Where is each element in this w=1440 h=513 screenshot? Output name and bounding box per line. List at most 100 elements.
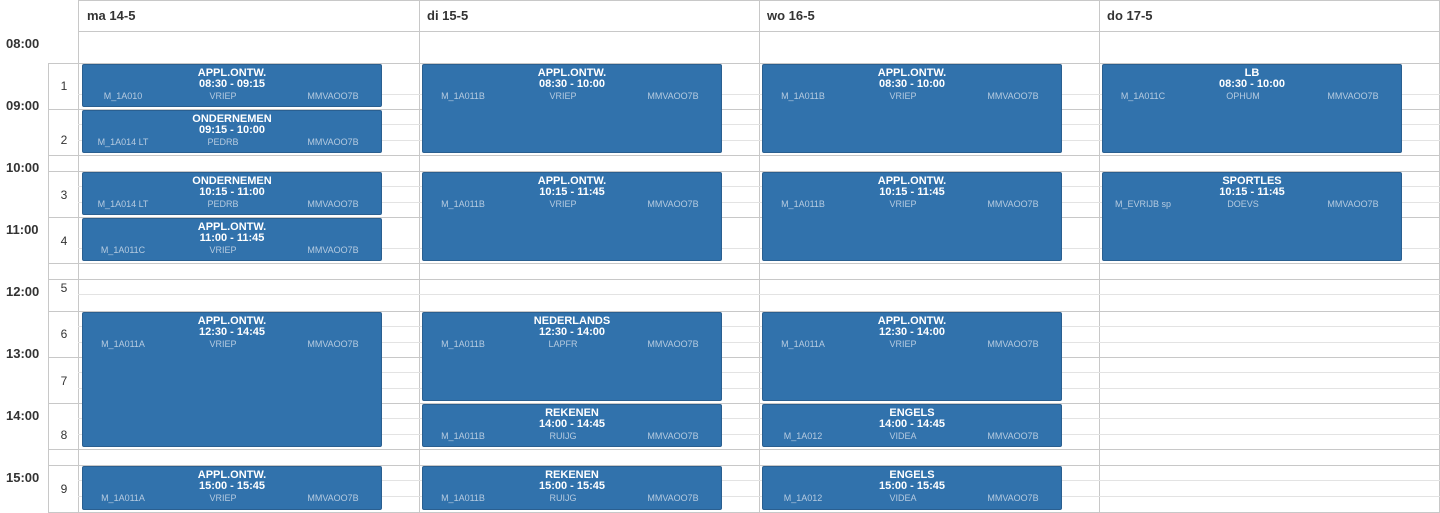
grid-vertical-line [759, 0, 760, 513]
lesson-block[interactable]: LB 08:30 - 10:00 M_1A011C OPHUM MMVAOO7B [1102, 64, 1402, 153]
lesson-room: M_1A011B [441, 91, 485, 101]
period-number: 7 [60, 374, 68, 388]
lesson-block[interactable]: APPL.ONTW. 12:30 - 14:00 M_1A011A VRIEP MMVA… [762, 312, 1062, 401]
lesson-meta: M_1A011C VRIEP MMVAOO7B [83, 244, 381, 256]
lesson-block[interactable]: APPL.ONTW. 12:30 - 14:45 M_1A011A VRIEP MMVA… [82, 312, 382, 447]
grid-vertical-line [419, 0, 420, 513]
lesson-meta: M_1A012 VIDEA MMVAOO7B [763, 492, 1061, 504]
lesson-group: MMVAOO7B [1327, 91, 1379, 101]
lesson-block[interactable]: NEDERLANDS 12:30 - 14:00 M_1A011B LAPFR MMVA… [422, 312, 722, 401]
time-label: 11:00 [6, 222, 39, 237]
lesson-room: M_1A014 LT [97, 199, 149, 209]
period-number: 5 [60, 281, 68, 295]
lesson-group: MMVAOO7B [307, 493, 359, 503]
time-label: 08:00 [6, 36, 40, 51]
grid-horizontal-line [78, 31, 1440, 32]
lesson-group: MMVAOO7B [987, 91, 1039, 101]
lesson-meta: M_1A011A VRIEP MMVAOO7B [763, 338, 1061, 350]
grid-horizontal-line [48, 449, 1440, 450]
lesson-meta: M_1A011B VRIEP MMVAOO7B [423, 198, 721, 210]
lesson-block[interactable]: REKENEN 15:00 - 15:45 M_1A011B RUIJG MMVAOO7… [422, 466, 722, 510]
lesson-group: MMVAOO7B [307, 339, 359, 349]
lesson-room: M_1A011B [441, 493, 485, 503]
lesson-block[interactable]: APPL.ONTW. 10:15 - 11:45 M_1A011B VRIEP MMVA… [762, 172, 1062, 261]
lesson-meta: M_1A011B VRIEP MMVAOO7B [763, 90, 1061, 102]
lesson-teacher: VRIEP [889, 91, 917, 101]
lesson-meta: M_1A011A VRIEP MMVAOO7B [83, 338, 381, 350]
lesson-block[interactable]: APPL.ONTW. 15:00 - 15:45 M_1A011A VRIEP MMVA… [82, 466, 382, 510]
lesson-room: M_1A011B [781, 91, 825, 101]
lesson-teacher: RUIJG [549, 493, 577, 503]
lesson-block[interactable]: REKENEN 14:00 - 14:45 M_1A011B RUIJG MMVAOO7… [422, 404, 722, 447]
day-header-2[interactable]: di 15-5 [419, 0, 759, 31]
lesson-group: MMVAOO7B [307, 137, 359, 147]
day-header-4[interactable]: do 17-5 [1099, 0, 1439, 31]
lesson-group: MMVAOO7B [307, 91, 359, 101]
lesson-group: MMVAOO7B [987, 493, 1039, 503]
lesson-meta: M_1A011B VRIEP MMVAOO7B [423, 90, 721, 102]
lesson-teacher: PEDRB [207, 137, 239, 147]
period-number: 3 [60, 188, 68, 202]
lesson-time: 12:30 - 14:45 [198, 326, 266, 338]
grid-vertical-line [1099, 0, 1100, 513]
lesson-meta: M_1A012 VIDEA MMVAOO7B [763, 430, 1061, 442]
lesson-room: M_1A011A [101, 493, 145, 503]
time-label: 14:00 [6, 408, 40, 423]
time-label: 10:00 [6, 160, 40, 175]
lesson-time: 12:30 - 14:00 [538, 326, 606, 338]
lesson-block[interactable]: ONDERNEMEN 09:15 - 10:00 M_1A014 LT PEDRB MM… [82, 110, 382, 153]
lesson-teacher: VRIEP [209, 493, 237, 503]
lesson-meta: M_1A011B RUIJG MMVAOO7B [423, 492, 721, 504]
lesson-group: MMVAOO7B [647, 431, 699, 441]
lesson-time: 09:15 - 10:00 [198, 124, 266, 136]
lesson-meta: M_1A011B LAPFR MMVAOO7B [423, 338, 721, 350]
lesson-time: 10:15 - 11:45 [1219, 186, 1285, 198]
lesson-group: MMVAOO7B [987, 199, 1039, 209]
lesson-teacher: VRIEP [209, 91, 237, 101]
lesson-time: 10:15 - 11:00 [199, 186, 265, 198]
lesson-meta: M_1A011B RUIJG MMVAOO7B [423, 430, 721, 442]
lesson-meta: M_1A014 LT PEDRB MMVAOO7B [83, 198, 381, 210]
lesson-time: 12:30 - 14:00 [878, 326, 946, 338]
lesson-teacher: OPHUM [1226, 91, 1260, 101]
lesson-block[interactable]: ENGELS 15:00 - 15:45 M_1A012 VIDEA MMVAOO7B [762, 466, 1062, 510]
grid-horizontal-line [48, 155, 1440, 156]
lesson-room: M_1A011B [781, 199, 825, 209]
lesson-meta: M_1A011B VRIEP MMVAOO7B [763, 198, 1061, 210]
period-number: 8 [60, 428, 68, 442]
day-header-3[interactable]: wo 16-5 [759, 0, 1099, 31]
period-number: 6 [60, 327, 68, 341]
lesson-meta: M_1A014 LT PEDRB MMVAOO7B [83, 136, 381, 148]
lesson-time: 14:00 - 14:45 [878, 418, 946, 430]
lesson-room: M_1A014 LT [97, 137, 149, 147]
lesson-block[interactable]: APPL.ONTW. 11:00 - 11:45 M_1A011C VRIEP MMVA… [82, 218, 382, 261]
time-label: 15:00 [6, 470, 40, 485]
lesson-time: 15:00 - 15:45 [878, 480, 946, 492]
lesson-group: MMVAOO7B [987, 339, 1039, 349]
period-number: 2 [60, 133, 68, 147]
lesson-teacher: DOEVS [1227, 199, 1259, 209]
lesson-block[interactable]: APPL.ONTW. 08:30 - 10:00 M_1A011B VRIEP MMVA… [422, 64, 722, 153]
lesson-block[interactable]: APPL.ONTW. 10:15 - 11:45 M_1A011B VRIEP MMVA… [422, 172, 722, 261]
lesson-teacher: VRIEP [209, 245, 237, 255]
lesson-time: 11:00 - 11:45 [199, 232, 265, 244]
lesson-block[interactable]: APPL.ONTW. 08:30 - 09:15 M_1A010 VRIEP MMVAO… [82, 64, 382, 107]
lesson-room: M_1A011B [441, 199, 485, 209]
lesson-time: 10:15 - 11:45 [879, 186, 945, 198]
lesson-room: M_1A010 [103, 91, 143, 101]
lesson-group: MMVAOO7B [647, 339, 699, 349]
grid-horizontal-line [48, 279, 1440, 280]
day-header-1[interactable]: ma 14-5 [79, 0, 419, 31]
time-label: 12:00 [6, 284, 40, 299]
lesson-block[interactable]: ONDERNEMEN 10:15 - 11:00 M_1A014 LT PEDRB MM… [82, 172, 382, 215]
lesson-block[interactable]: SPORTLES 10:15 - 11:45 M_EVRIJB sp DOEVS MMV… [1102, 172, 1402, 261]
lesson-teacher: VRIEP [889, 199, 917, 209]
lesson-room: M_1A011C [1120, 91, 1166, 101]
lesson-room: M_1A011B [441, 431, 485, 441]
lesson-room: M_1A012 [783, 493, 823, 503]
lesson-block[interactable]: APPL.ONTW. 08:30 - 10:00 M_1A011B VRIEP MMVA… [762, 64, 1062, 153]
grid-horizontal-line [48, 263, 1440, 264]
lesson-time: 15:00 - 15:45 [198, 480, 266, 492]
lesson-block[interactable]: ENGELS 14:00 - 14:45 M_1A012 VIDEA MMVAOO7B [762, 404, 1062, 447]
lesson-teacher: VIDEA [889, 431, 917, 441]
